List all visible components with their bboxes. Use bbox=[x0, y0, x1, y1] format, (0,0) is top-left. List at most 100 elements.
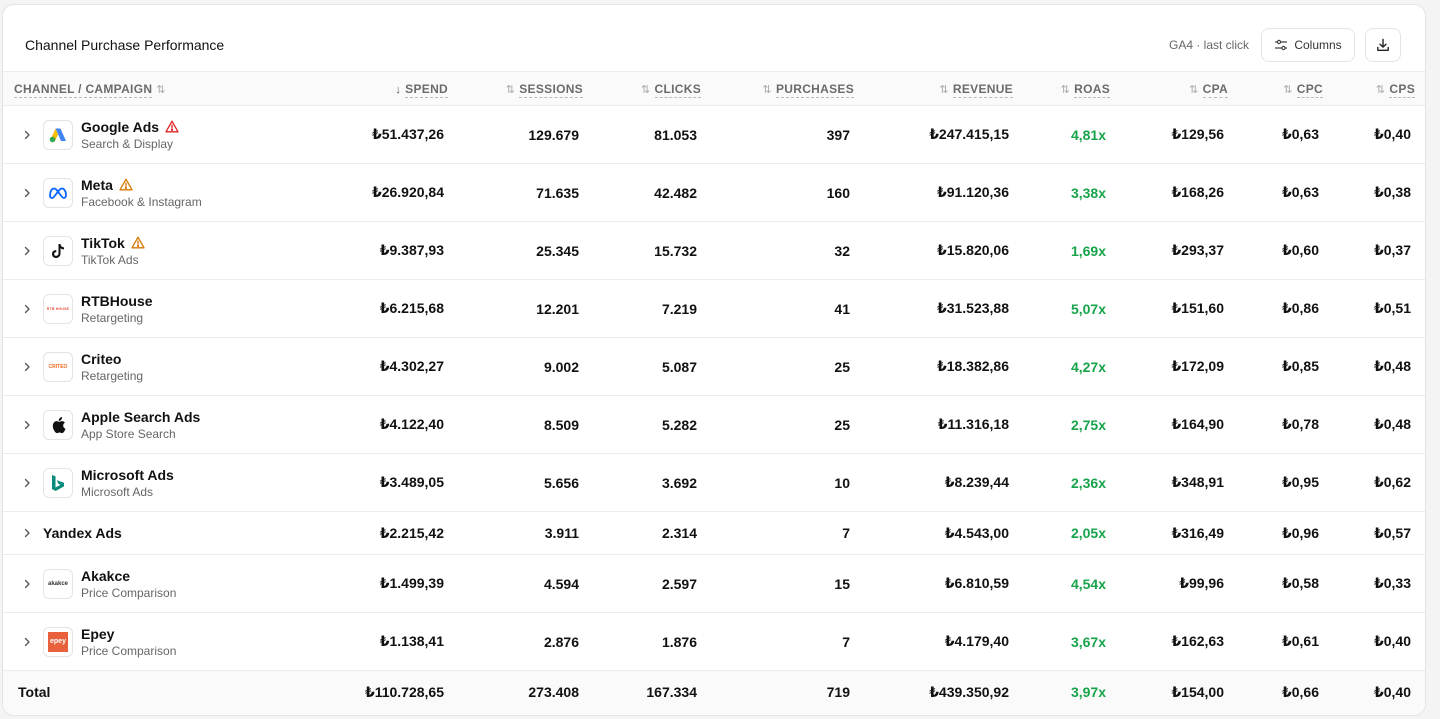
table-row[interactable]: Yandex Ads ₺2.215,42 3.911 2.314 7 ₺4.543,00 2… bbox=[3, 512, 1425, 555]
expand-chevron-icon[interactable] bbox=[19, 304, 35, 314]
clicks-cell: 5.087 bbox=[661, 358, 697, 375]
expand-chevron-icon[interactable] bbox=[19, 188, 35, 198]
channel-cell: akakce Akakce Price Comparison bbox=[3, 555, 265, 613]
revenue-cell: ₺11.316,18 bbox=[937, 416, 1009, 432]
cpc-cell: ₺0,60 bbox=[1282, 242, 1319, 258]
channel-cell: CRITEO Criteo Retargeting bbox=[3, 338, 265, 396]
revenue-cell: ₺31.523,88 bbox=[936, 300, 1009, 316]
total-clicks: 167.334 bbox=[646, 684, 697, 701]
warning-icon[interactable] bbox=[165, 120, 179, 133]
roas-cell: 3,67x bbox=[1070, 633, 1106, 650]
channel-cell: RTB HOUSE RTBHouse Retargeting bbox=[3, 280, 265, 338]
column-label: SESSIONS bbox=[519, 81, 583, 98]
cps-cell: ₺0,40 bbox=[1374, 633, 1411, 649]
column-header-revenue[interactable]: ⇅ REVENUE bbox=[866, 72, 1025, 106]
bing-logo bbox=[43, 467, 73, 498]
cpa-cell: ₺172,09 bbox=[1171, 358, 1224, 374]
column-header-clicks[interactable]: ⇅ CLICKS bbox=[595, 72, 713, 106]
rtbhouse-logo: RTB HOUSE bbox=[43, 293, 73, 324]
sort-icon: ⇅ bbox=[505, 83, 516, 96]
cpa-cell: ₺129,56 bbox=[1171, 126, 1224, 142]
spend-cell: ₺4.302,27 bbox=[379, 358, 444, 374]
table-row[interactable]: Apple Search Ads App Store Search ₺4.122,4… bbox=[3, 396, 1425, 454]
column-header-cpa[interactable]: ⇅ CPA bbox=[1122, 72, 1240, 106]
total-cps: ₺0,40 bbox=[1374, 683, 1411, 700]
clicks-cell: 15.732 bbox=[654, 242, 697, 259]
spend-cell: ₺3.489,05 bbox=[379, 474, 444, 490]
table-row[interactable]: CRITEO Criteo Retargeting ₺4.302,27 9.002 5.0… bbox=[3, 338, 1425, 396]
channel-cell: Yandex Ads bbox=[3, 512, 265, 555]
total-row: Total ₺110.728,65 273.408 167.334 719 ₺4… bbox=[3, 670, 1425, 714]
table-row[interactable]: RTB HOUSE RTBHouse Retargeting ₺6.215,68 12.… bbox=[3, 280, 1425, 338]
table-header-row: CHANNEL / CAMPAIGN ⇅ ↓ SPEND ⇅ SESSIONS ⇅ CLICK… bbox=[3, 71, 1425, 106]
expand-chevron-icon[interactable] bbox=[19, 246, 35, 256]
roas-cell: 2,36x bbox=[1070, 474, 1106, 491]
sessions-cell: 8.509 bbox=[543, 416, 579, 433]
table-row[interactable]: TikTok TikTok Ads ₺9.387,93 25.345 15.732 32 ₺… bbox=[3, 222, 1425, 280]
sessions-cell: 4.594 bbox=[543, 575, 579, 592]
column-label: PURCHASES bbox=[775, 81, 854, 98]
table-row[interactable]: epey Epey Price Comparison ₺1.138,41 2.876 1.… bbox=[3, 613, 1425, 671]
column-header-sessions[interactable]: ⇅ SESSIONS bbox=[460, 72, 595, 106]
column-header-channel[interactable]: CHANNEL / CAMPAIGN ⇅ bbox=[3, 72, 265, 106]
cpa-cell: ₺99,96 bbox=[1179, 575, 1224, 591]
roas-cell: 1,69x bbox=[1070, 242, 1106, 259]
cps-cell: ₺0,33 bbox=[1374, 575, 1411, 591]
column-header-cps[interactable]: ⇅ CPS bbox=[1335, 72, 1425, 106]
clicks-cell: 2.597 bbox=[661, 575, 697, 592]
cpa-cell: ₺348,91 bbox=[1171, 474, 1224, 490]
expand-chevron-icon[interactable] bbox=[19, 130, 35, 140]
roas-cell: 3,38x bbox=[1070, 184, 1106, 201]
warning-icon[interactable] bbox=[119, 178, 133, 191]
table-row[interactable]: Meta Facebook & Instagram ₺26.920,84 71.635… bbox=[3, 164, 1425, 222]
akakce-wordmark: akakce bbox=[47, 580, 69, 587]
sessions-cell: 5.656 bbox=[543, 474, 579, 491]
purchases-cell: 7 bbox=[842, 525, 850, 541]
expand-chevron-icon[interactable] bbox=[19, 362, 35, 372]
sort-icon: ⇅ bbox=[1283, 83, 1293, 96]
column-header-spend[interactable]: ↓ SPEND bbox=[265, 72, 460, 106]
expand-chevron-icon[interactable] bbox=[19, 579, 35, 589]
expand-chevron-icon[interactable] bbox=[19, 637, 35, 647]
total-roas: 3,97x bbox=[1070, 684, 1106, 701]
warning-icon[interactable] bbox=[131, 236, 145, 249]
card-title: Channel Purchase Performance bbox=[25, 37, 225, 53]
roas-cell: 5,07x bbox=[1070, 300, 1106, 317]
cps-cell: ₺0,37 bbox=[1374, 242, 1411, 258]
channel-name-epey: Epey bbox=[81, 625, 115, 642]
sessions-cell: 129.679 bbox=[528, 126, 579, 143]
column-label: REVENUE bbox=[952, 81, 1013, 98]
revenue-cell: ₺247.415,15 bbox=[929, 126, 1009, 142]
channel-name-rtbhouse: RTBHouse bbox=[81, 292, 153, 309]
spend-cell: ₺2.215,42 bbox=[379, 524, 444, 541]
download-button[interactable] bbox=[1365, 28, 1401, 62]
table-row[interactable]: Google Ads Search & Display ₺51.437,26 129.… bbox=[3, 106, 1425, 164]
purchases-cell: 15 bbox=[834, 575, 850, 592]
column-header-purchases[interactable]: ⇅ PURCHASES bbox=[713, 72, 866, 106]
channel-performance-card: Channel Purchase Performance GA4 · last … bbox=[2, 4, 1426, 716]
roas-cell: 4,54x bbox=[1070, 575, 1106, 592]
expand-chevron-icon[interactable] bbox=[19, 478, 35, 488]
column-header-roas[interactable]: ⇅ ROAS bbox=[1025, 72, 1122, 106]
columns-button[interactable]: Columns bbox=[1261, 28, 1355, 62]
expand-chevron-icon[interactable] bbox=[19, 528, 35, 538]
channel-cell: TikTok TikTok Ads bbox=[3, 222, 265, 280]
table-row[interactable]: Microsoft Ads Microsoft Ads ₺3.489,05 5.656… bbox=[3, 454, 1425, 512]
total-purchases: 719 bbox=[826, 684, 850, 701]
column-label: CHANNEL / CAMPAIGN bbox=[14, 81, 153, 98]
sort-icon: ⇅ bbox=[1189, 83, 1199, 96]
header-actions: GA4 · last click Columns bbox=[1169, 28, 1401, 62]
channel-subtitle: App Store Search bbox=[81, 426, 176, 441]
purchases-cell: 25 bbox=[834, 416, 850, 433]
column-header-cpc[interactable]: ⇅ CPC bbox=[1240, 72, 1335, 106]
sessions-cell: 25.345 bbox=[536, 242, 579, 259]
expand-chevron-icon[interactable] bbox=[19, 420, 35, 430]
total-revenue: ₺439.350,92 bbox=[929, 683, 1009, 700]
column-label: CPA bbox=[1202, 81, 1228, 98]
table-row[interactable]: akakce Akakce Price Comparison ₺1.499,39 4.5… bbox=[3, 555, 1425, 613]
cpc-cell: ₺0,63 bbox=[1282, 184, 1319, 200]
sort-icon: ⇅ bbox=[939, 83, 949, 96]
cpc-cell: ₺0,58 bbox=[1282, 575, 1319, 591]
cpc-cell: ₺0,95 bbox=[1282, 474, 1319, 490]
cps-cell: ₺0,40 bbox=[1374, 126, 1411, 142]
